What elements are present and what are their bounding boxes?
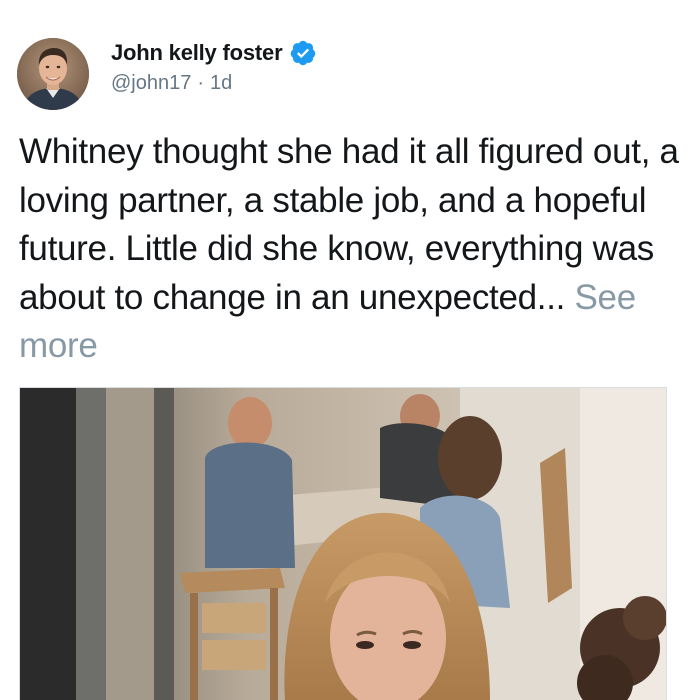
author-meta-row: @john17 · 1d [111, 72, 232, 95]
tweet-card[interactable]: John kelly foster @john17 · 1d Whitney t… [0, 0, 700, 700]
meta-separator: · [197, 72, 205, 94]
author-display-name[interactable]: John kelly foster [111, 40, 283, 66]
media-image [20, 388, 666, 700]
tweet-text: Whitney thought she had it all figured o… [19, 128, 689, 371]
avatar[interactable] [17, 38, 89, 110]
author-handle[interactable]: @john17 [111, 72, 191, 95]
author-name-row: John kelly foster [111, 38, 317, 68]
tweet-media-photo[interactable] [19, 387, 667, 700]
tweet-timestamp[interactable]: 1d [210, 72, 232, 95]
verified-badge-icon [289, 39, 317, 67]
avatar-photo [17, 38, 89, 110]
